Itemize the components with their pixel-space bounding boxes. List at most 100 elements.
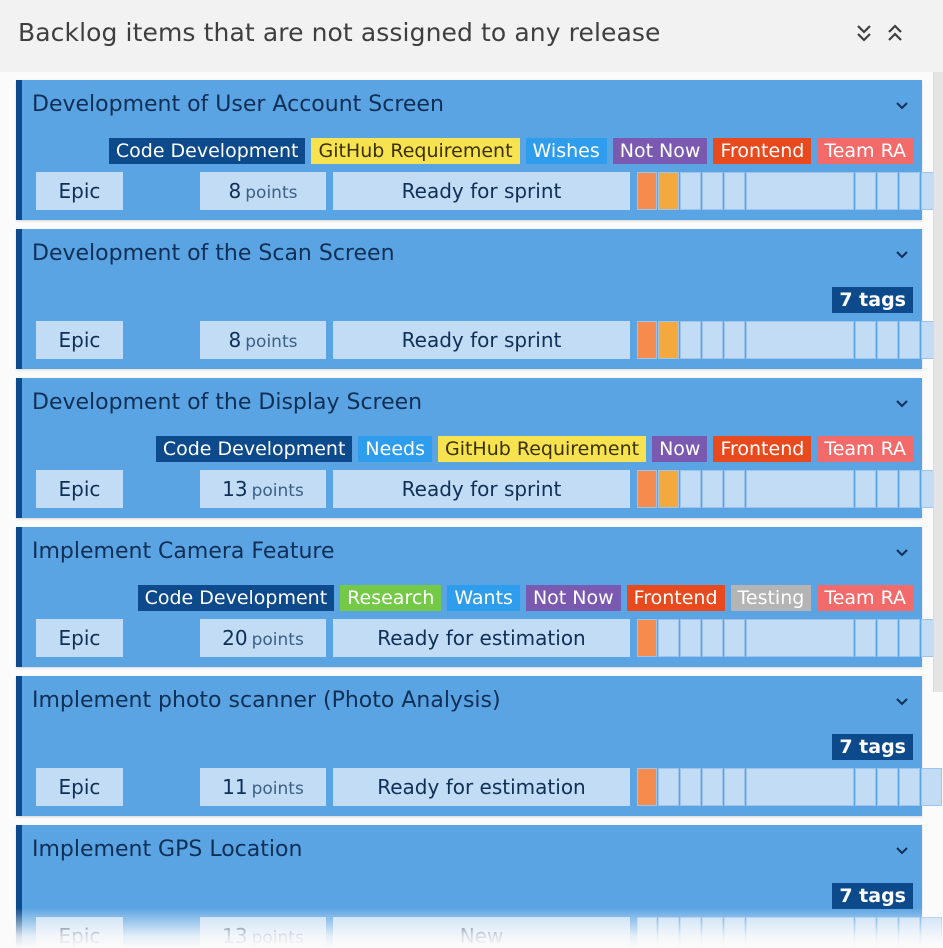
backlog-item-title[interactable]: Implement photo scanner (Photo Analysis)	[32, 688, 501, 713]
progress-segment	[637, 768, 657, 806]
progress-segment	[680, 470, 701, 508]
tag-badge[interactable]: Now	[652, 436, 708, 462]
progress-segment	[702, 768, 723, 806]
tag-count-badge[interactable]: 7 tags	[832, 734, 913, 760]
item-points[interactable]: 13 points	[200, 470, 326, 508]
points-value: 20	[222, 626, 248, 650]
item-type[interactable]: Epic	[36, 321, 123, 359]
progress-segment	[658, 917, 679, 948]
tag-count-badge[interactable]: 7 tags	[832, 287, 913, 313]
tag-badge[interactable]: Frontend	[713, 138, 812, 164]
expand-item-button[interactable]	[892, 841, 912, 861]
item-type[interactable]: Epic	[36, 172, 123, 210]
progress-segment	[680, 172, 701, 210]
progress-segment	[746, 768, 854, 806]
scrollbar[interactable]	[933, 72, 943, 692]
points-unit: points	[251, 779, 304, 799]
tag-badge[interactable]: Frontend	[626, 585, 725, 611]
item-type[interactable]: Epic	[36, 768, 123, 806]
backlog-item-title[interactable]: Development of the Display Screen	[32, 390, 422, 415]
progress-segment	[680, 619, 701, 657]
chevron-down-icon	[896, 549, 908, 557]
tag-count-badge[interactable]: 7 tags	[832, 883, 913, 909]
progress-segment	[855, 917, 876, 948]
expand-all-button[interactable]	[851, 20, 877, 46]
progress-segment	[658, 321, 679, 359]
progress-segment	[637, 619, 657, 657]
progress-segment	[746, 470, 854, 508]
progress-segment	[877, 619, 898, 657]
item-type[interactable]: Epic	[36, 917, 123, 948]
tag-list: 7 tags	[832, 287, 913, 313]
item-type[interactable]: Epic	[36, 619, 123, 657]
tag-badge[interactable]: Not Now	[612, 138, 708, 164]
tag-list: Code Development Needs GitHub Requirement N…	[155, 436, 913, 462]
tag-badge[interactable]: GitHub Requirement	[437, 436, 647, 462]
tag-list: Code Development Research Wants Not Now Fron…	[137, 585, 913, 611]
progress-segment	[702, 619, 723, 657]
backlog-item-card[interactable]: Implement GPS Location 7 tags Epic 13 points…	[16, 825, 942, 948]
expand-item-button[interactable]	[892, 692, 912, 712]
expand-item-button[interactable]	[892, 394, 912, 414]
expand-item-button[interactable]	[892, 543, 912, 563]
item-type[interactable]: Epic	[36, 470, 123, 508]
tag-badge[interactable]: Frontend	[713, 436, 812, 462]
progress-segment	[637, 321, 657, 359]
progress-segment	[921, 768, 942, 806]
collapse-all-button[interactable]	[882, 20, 908, 46]
tag-badge[interactable]: Code Development	[108, 138, 306, 164]
backlog-list[interactable]: Development of User Account Screen Code D…	[0, 72, 943, 948]
progress-segment	[877, 917, 898, 948]
panel-title: Backlog items that are not assigned to a…	[18, 18, 661, 47]
progress-segment	[658, 172, 679, 210]
progress-segment	[637, 917, 657, 948]
chevron-down-icon	[896, 698, 908, 706]
tag-badge[interactable]: GitHub Requirement	[311, 138, 520, 164]
tag-badge[interactable]: Not Now	[525, 585, 621, 611]
item-status[interactable]: Ready for estimation	[333, 768, 630, 806]
progress-segment	[658, 768, 679, 806]
progress-segment	[855, 172, 876, 210]
tag-badge[interactable]: Team RA	[817, 436, 913, 462]
item-status[interactable]: Ready for estimation	[333, 619, 630, 657]
backlog-item-card[interactable]: Development of the Scan Screen 7 tags Epic…	[16, 229, 942, 369]
progress-segment	[899, 619, 920, 657]
progress-segment	[658, 470, 679, 508]
points-unit: points	[251, 630, 304, 650]
backlog-item-title[interactable]: Implement Camera Feature	[32, 539, 335, 564]
expand-item-button[interactable]	[892, 245, 912, 265]
tag-badge[interactable]: Team RA	[817, 138, 913, 164]
item-status[interactable]: New	[333, 917, 630, 948]
progress-segment	[724, 619, 745, 657]
tag-badge[interactable]: Research	[340, 585, 442, 611]
backlog-item-card[interactable]: Development of the Display Screen Code De…	[16, 378, 942, 518]
progress-segment	[680, 321, 701, 359]
tag-badge[interactable]: Team RA	[817, 585, 913, 611]
backlog-item-title[interactable]: Implement GPS Location	[32, 837, 302, 862]
progress-segment	[921, 917, 942, 948]
backlog-item-title[interactable]: Development of User Account Screen	[32, 92, 444, 117]
tag-badge[interactable]: Code Development	[155, 436, 353, 462]
item-status[interactable]: Ready for sprint	[333, 172, 630, 210]
expand-item-button[interactable]	[892, 96, 912, 116]
item-points[interactable]: 11 points	[200, 768, 326, 806]
backlog-item-card[interactable]: Development of User Account Screen Code D…	[16, 80, 942, 220]
backlog-item-card[interactable]: Implement Camera Feature Code Development…	[16, 527, 942, 667]
item-status[interactable]: Ready for sprint	[333, 470, 630, 508]
chevron-down-icon	[896, 400, 908, 408]
tag-badge[interactable]: Wants	[447, 585, 520, 611]
progress-segment	[724, 470, 745, 508]
tag-badge[interactable]: Testing	[730, 585, 812, 611]
progress-segment	[746, 172, 854, 210]
item-points[interactable]: 13 points	[200, 917, 326, 948]
tag-badge[interactable]: Needs	[358, 436, 432, 462]
item-points[interactable]: 8 points	[200, 321, 326, 359]
item-points[interactable]: 8 points	[200, 172, 326, 210]
progress-segment	[702, 917, 723, 948]
item-status[interactable]: Ready for sprint	[333, 321, 630, 359]
backlog-item-card[interactable]: Implement photo scanner (Photo Analysis)…	[16, 676, 942, 816]
tag-badge[interactable]: Code Development	[137, 585, 335, 611]
item-points[interactable]: 20 points	[200, 619, 326, 657]
tag-badge[interactable]: Wishes	[525, 138, 607, 164]
backlog-item-title[interactable]: Development of the Scan Screen	[32, 241, 395, 266]
